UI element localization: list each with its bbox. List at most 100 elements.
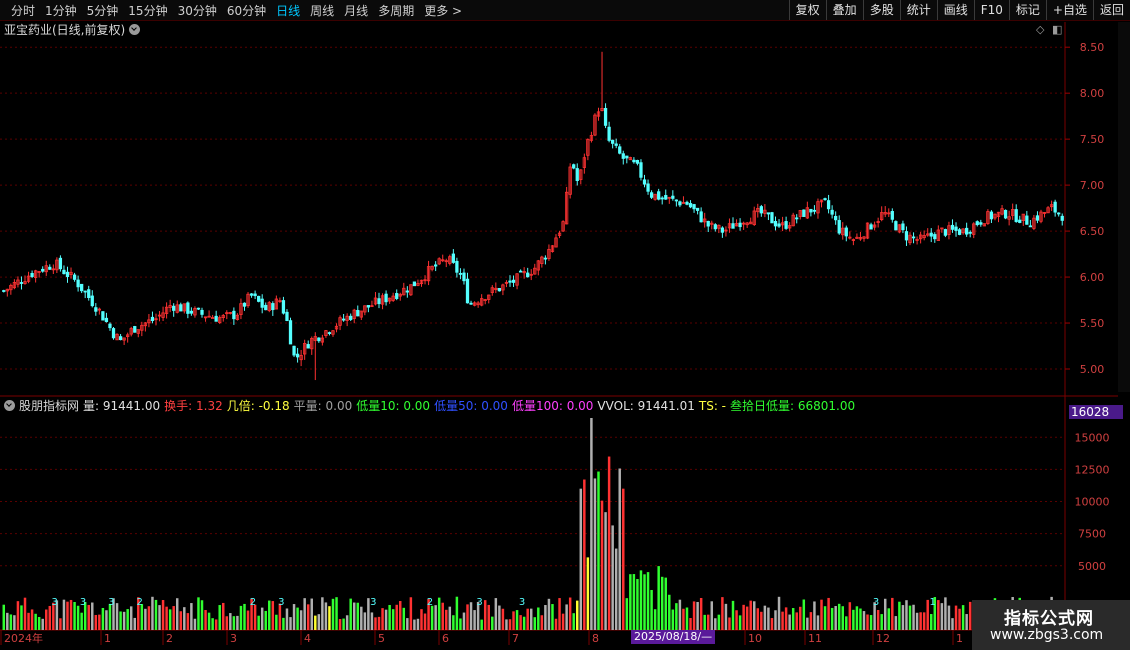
volume-bar xyxy=(328,606,331,630)
volume-bar xyxy=(614,548,618,630)
candle-body xyxy=(706,220,710,227)
price-tick-label: 6.50 xyxy=(1080,225,1105,238)
volume-bar xyxy=(491,616,494,630)
volume-bar xyxy=(91,602,94,630)
candle-body xyxy=(2,290,6,292)
volume-bar xyxy=(533,617,537,630)
candle-body xyxy=(80,283,84,292)
volume-bar xyxy=(883,598,887,630)
candle-body xyxy=(809,208,813,213)
volume-bar xyxy=(345,615,349,630)
candle-body xyxy=(635,159,640,164)
candle-body xyxy=(30,273,34,277)
volume-bar xyxy=(891,597,894,630)
volume-bar xyxy=(554,618,558,630)
volume-bar xyxy=(214,619,218,630)
candle-body xyxy=(812,209,817,212)
volume-bar xyxy=(473,610,476,630)
volume-tick-label: 5000 xyxy=(1078,560,1106,573)
time-axis-label: 3 xyxy=(230,632,237,645)
volume-bar xyxy=(724,603,728,630)
volume-bar xyxy=(331,598,335,630)
candle-body xyxy=(674,199,679,202)
indicator-value-2: 几倍: -0.18 xyxy=(226,399,290,413)
volume-bar xyxy=(172,606,175,630)
candle-body xyxy=(671,195,675,199)
time-axis-label: 5 xyxy=(378,632,385,645)
indicator-value-4: 低量10: 0.00 xyxy=(356,399,431,413)
candle-body xyxy=(172,305,176,311)
volume-bar xyxy=(374,617,377,630)
volume-bar xyxy=(69,599,73,630)
volume-bar xyxy=(668,594,671,630)
volume-bar xyxy=(9,614,13,630)
volume-bar xyxy=(763,605,767,630)
candle-body xyxy=(83,290,87,293)
candle-body xyxy=(802,209,806,217)
candle-body xyxy=(1060,215,1064,221)
volume-bar xyxy=(144,608,147,630)
chevron-down-icon[interactable] xyxy=(4,400,15,411)
candle-body xyxy=(777,223,781,227)
volume-bar xyxy=(94,614,98,630)
volume-bar xyxy=(837,603,841,630)
candle-body xyxy=(657,191,661,200)
volume-bar xyxy=(161,600,165,630)
volume-bar xyxy=(781,611,784,630)
candle-body xyxy=(260,298,264,308)
candle-body xyxy=(646,183,650,192)
volume-bar xyxy=(908,605,912,630)
volume-bar xyxy=(586,557,590,630)
candle-body xyxy=(660,197,664,200)
volume-bar xyxy=(434,605,437,630)
volume-bar xyxy=(731,600,735,630)
volume-bar xyxy=(413,619,416,630)
candle-body xyxy=(773,220,778,227)
signal-marker: 3 xyxy=(519,597,525,608)
volume-bar xyxy=(802,599,806,630)
indicator-values: 量: 91441.00 换手: 1.32 几倍: -0.18 平量: 0.00 低量10… xyxy=(83,399,859,413)
candle-body xyxy=(62,269,66,275)
candle-body xyxy=(731,223,735,229)
candle-body xyxy=(281,300,286,314)
signal-marker: 3 xyxy=(108,597,114,608)
price-tick-label: 7.50 xyxy=(1080,133,1105,146)
volume-bar xyxy=(699,597,703,630)
volume-bar xyxy=(207,612,211,630)
volume-bar xyxy=(487,604,490,630)
indicator-name: 股朋指标网 xyxy=(19,399,80,413)
volume-bar xyxy=(961,605,965,630)
candle-body xyxy=(405,290,409,293)
volume-bar xyxy=(6,612,9,630)
volume-bar xyxy=(105,610,108,630)
volume-bar xyxy=(423,613,427,630)
volume-bar xyxy=(59,618,62,630)
candle-body xyxy=(911,236,916,239)
candle-body xyxy=(795,217,799,220)
volume-bar xyxy=(593,478,597,630)
candle-body xyxy=(526,272,530,278)
volume-bar xyxy=(922,612,926,630)
candle-body xyxy=(257,295,261,302)
price-tick-label: 6.00 xyxy=(1080,271,1105,284)
volume-bar xyxy=(222,602,225,630)
candle-body xyxy=(179,304,183,312)
candle-body xyxy=(465,278,470,304)
volume-bar xyxy=(678,599,682,630)
volume-bar xyxy=(954,605,958,630)
candle-body xyxy=(186,302,190,314)
candle-body xyxy=(834,215,838,221)
price-tick-label: 8.50 xyxy=(1080,41,1105,54)
right-edge-panel xyxy=(1118,22,1130,392)
candle-body xyxy=(458,273,463,275)
candle-body xyxy=(317,337,321,342)
volume-bar xyxy=(229,613,232,630)
time-axis-label: 12 xyxy=(876,632,890,645)
candle-body xyxy=(929,232,933,237)
volume-bar xyxy=(76,605,80,630)
volume-bar xyxy=(87,604,90,630)
kline-chart-area[interactable]: 8.508.007.507.006.506.005.505.0015000125… xyxy=(0,0,1130,650)
candle-body xyxy=(678,201,682,206)
volume-bar xyxy=(515,610,519,630)
volume-bar xyxy=(735,610,738,630)
